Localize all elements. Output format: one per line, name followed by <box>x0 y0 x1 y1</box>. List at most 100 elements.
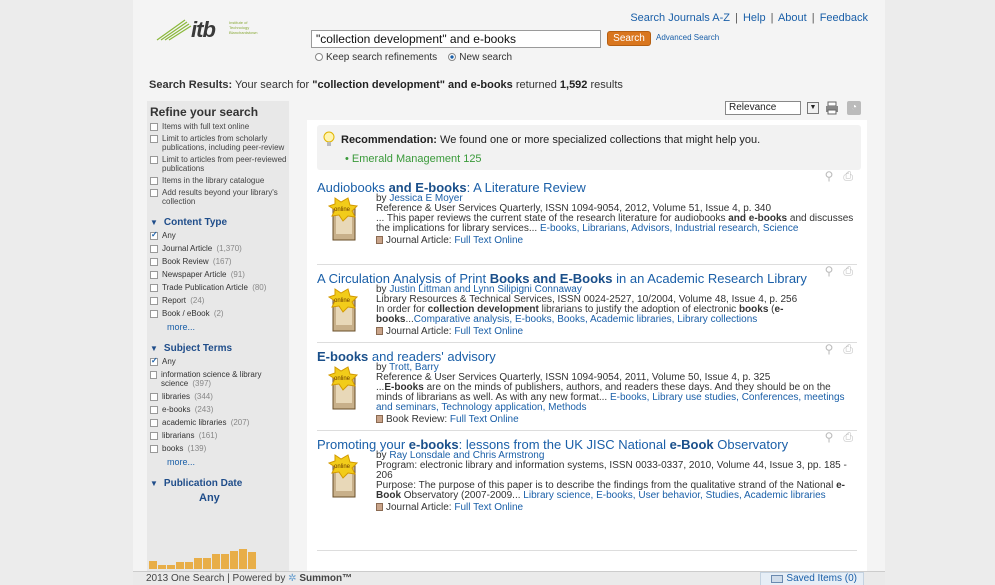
result-subjects-link[interactable]: E-books, Library use studies, Conference… <box>376 392 845 413</box>
subject-term-item[interactable]: libraries (344) <box>147 392 289 401</box>
result-subjects-link[interactable]: E-books, Librarians, Advisors, Industria… <box>540 223 798 234</box>
subject-term-item[interactable]: e-books (243) <box>147 405 289 414</box>
search-input[interactable] <box>311 30 601 48</box>
preview-icon[interactable]: ⚲ <box>825 169 834 183</box>
results-summary: Search Results: Your search for "collect… <box>149 79 623 91</box>
content-type-item[interactable]: Book / eBook (2) <box>147 309 289 318</box>
footer-text: 2013 One Search | Powered by ✲ Summon™ <box>146 573 353 584</box>
filter-beyond-collection[interactable]: Add results beyond your library's collec… <box>147 188 289 206</box>
subject-term-item[interactable]: academic libraries (207) <box>147 418 289 427</box>
result-subjects-link[interactable]: Comparative analysis, E-books, Books, Ac… <box>414 314 757 325</box>
chevron-down-icon[interactable]: ▼ <box>807 102 819 114</box>
histogram-bar[interactable] <box>203 558 211 569</box>
subject-term-count: (344) <box>192 392 213 401</box>
search-journals-link[interactable]: Search Journals A-Z <box>630 12 730 24</box>
filter-full-text[interactable]: Items with full text online <box>147 122 289 131</box>
histogram-bar[interactable] <box>176 562 184 569</box>
histogram-bar[interactable] <box>167 565 175 569</box>
checkbox[interactable] <box>150 156 158 164</box>
checkbox[interactable] <box>150 393 158 401</box>
summon-link[interactable]: Summon™ <box>299 573 352 584</box>
checkbox[interactable] <box>150 189 158 197</box>
rss-icon[interactable]: ◔ <box>847 101 861 115</box>
feedback-link[interactable]: Feedback <box>820 12 868 24</box>
preview-icon[interactable]: ⚲ <box>825 264 834 278</box>
content-type-item[interactable]: Any <box>147 230 289 240</box>
subject-term-label: e-books (243) <box>162 405 214 414</box>
checkbox[interactable] <box>150 135 158 143</box>
subject-term-item[interactable]: librarians (161) <box>147 431 289 440</box>
subject-term-item[interactable]: information science & library science (3… <box>147 370 289 388</box>
filter-catalogue[interactable]: Items in the library catalogue <box>147 176 289 185</box>
histogram-bar[interactable] <box>149 561 157 569</box>
save-item-icon[interactable]: ⎙ <box>843 430 853 444</box>
preview-icon[interactable]: ⚲ <box>825 342 834 356</box>
preview-icon[interactable]: ⚲ <box>825 430 834 444</box>
checkbox[interactable] <box>150 177 158 185</box>
checkbox[interactable] <box>150 371 158 379</box>
checkbox[interactable] <box>150 297 158 305</box>
subject-term-count: (161) <box>196 431 218 440</box>
result-snippet: Purpose: The purpose of this paper is to… <box>376 480 845 501</box>
checkbox[interactable] <box>150 419 158 427</box>
new-search-radio[interactable] <box>448 53 457 61</box>
result-item: Promoting your e-books: lessons from the… <box>317 430 857 551</box>
save-item-icon[interactable]: ⎙ <box>843 264 853 278</box>
subject-term-item[interactable]: books (139) <box>147 444 289 453</box>
content-type-heading[interactable]: ▼ Content Type <box>150 217 289 228</box>
histogram-bar[interactable] <box>248 552 256 569</box>
sort-select[interactable]: Relevance <box>725 101 801 115</box>
checkbox[interactable] <box>150 356 158 366</box>
subject-terms-heading[interactable]: ▼ Subject Terms <box>150 343 289 354</box>
result-subjects-link[interactable]: Library science, E-books, User behavior,… <box>523 490 825 501</box>
checkbox[interactable] <box>150 258 158 266</box>
itb-logo[interactable]: itb Institute of Technology Blanchardsto… <box>155 14 267 44</box>
print-icon[interactable] <box>825 101 839 115</box>
checkbox[interactable] <box>150 230 158 240</box>
content-type-more-link[interactable]: more... <box>167 322 289 332</box>
histogram-bar[interactable] <box>221 554 229 569</box>
full-text-online-link[interactable]: Full Text Online <box>454 502 523 513</box>
publication-date-heading[interactable]: ▼ Publication Date <box>150 478 289 489</box>
document-icon <box>376 415 383 423</box>
content-type-item[interactable]: Journal Article (1,370) <box>147 244 289 253</box>
checkbox[interactable] <box>150 123 158 131</box>
save-item-icon[interactable]: ⎙ <box>843 169 853 183</box>
checkbox[interactable] <box>150 310 158 318</box>
keep-refinements-radio[interactable] <box>315 53 323 61</box>
filter-scholarly[interactable]: Limit to articles from scholarly publica… <box>147 134 289 152</box>
full-text-online-link[interactable]: Full Text Online <box>450 414 519 425</box>
subject-term-item[interactable]: Any <box>147 356 289 366</box>
content-type-item[interactable]: Trade Publication Article (80) <box>147 283 289 292</box>
full-text-online-link[interactable]: Full Text Online <box>454 326 523 337</box>
checkbox[interactable] <box>150 432 158 440</box>
publication-date-histogram[interactable] <box>149 549 269 569</box>
content-type-item[interactable]: Newspaper Article (91) <box>147 270 289 279</box>
checkbox[interactable] <box>150 271 158 279</box>
publication-date-value: Any <box>199 492 220 504</box>
histogram-bar[interactable] <box>239 549 247 569</box>
saved-items-button[interactable]: Saved Items (0) <box>760 572 864 585</box>
subject-term-count: (207) <box>228 418 250 427</box>
checkbox[interactable] <box>150 445 158 453</box>
help-link[interactable]: Help <box>743 12 766 24</box>
checkbox[interactable] <box>150 245 158 253</box>
checkbox[interactable] <box>150 284 158 292</box>
svg-text:online: online <box>334 464 351 470</box>
search-button[interactable]: Search <box>607 31 651 46</box>
subject-terms-more-link[interactable]: more... <box>167 457 289 467</box>
recommendation-collection-link[interactable]: • Emerald Management 125 <box>345 153 482 165</box>
about-link[interactable]: About <box>778 12 807 24</box>
save-item-icon[interactable]: ⎙ <box>843 342 853 356</box>
advanced-search-link[interactable]: Advanced Search <box>656 33 719 42</box>
full-text-online-link[interactable]: Full Text Online <box>454 235 523 246</box>
histogram-bar[interactable] <box>185 562 193 569</box>
content-type-item[interactable]: Report (24) <box>147 296 289 305</box>
content-type-item[interactable]: Book Review (167) <box>147 257 289 266</box>
histogram-bar[interactable] <box>230 551 238 569</box>
checkbox[interactable] <box>150 406 158 414</box>
histogram-bar[interactable] <box>194 558 202 569</box>
histogram-bar[interactable] <box>158 565 166 569</box>
histogram-bar[interactable] <box>212 554 220 569</box>
filter-peer-reviewed[interactable]: Limit to articles from peer-reviewed pub… <box>147 155 289 173</box>
